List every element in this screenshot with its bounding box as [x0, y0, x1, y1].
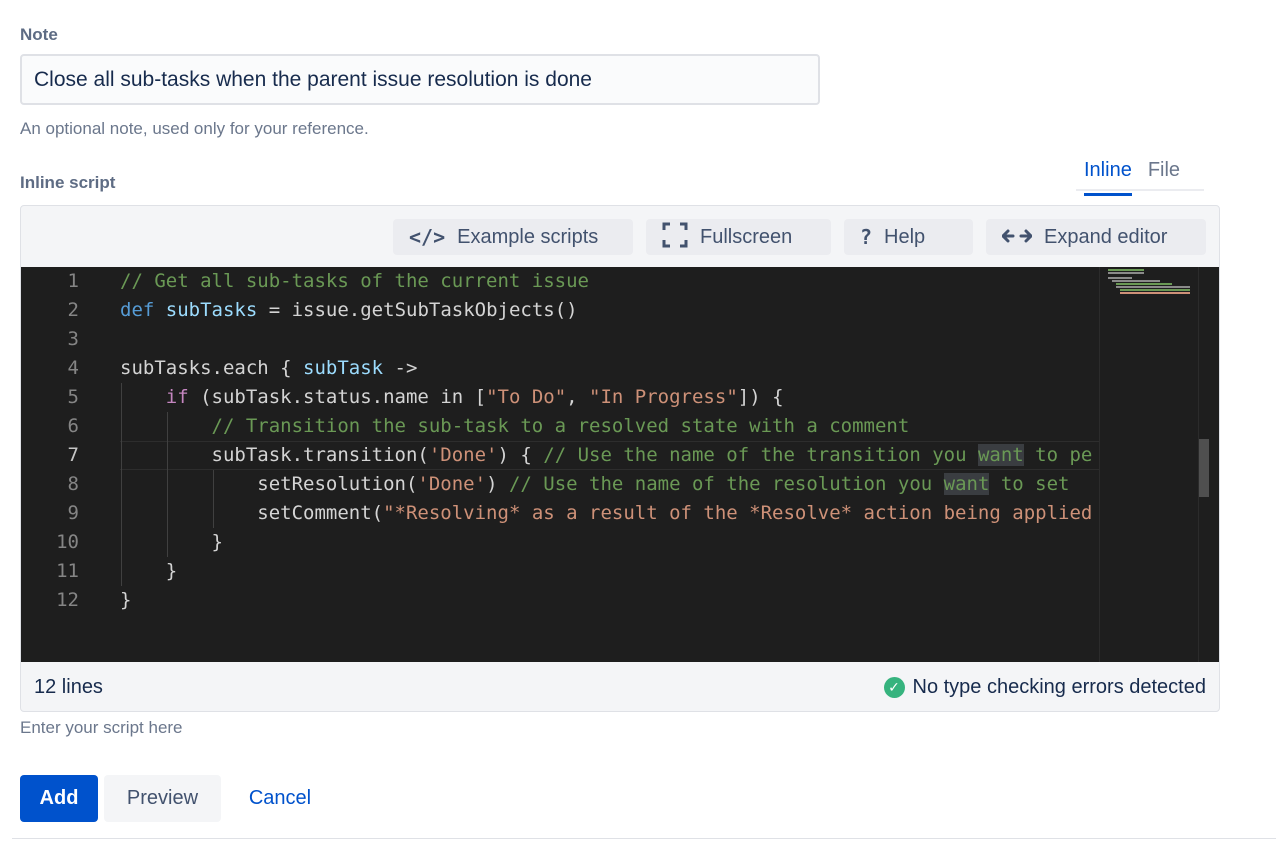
fullscreen-icon [662, 222, 688, 253]
code-line: def subTasks = issue.getSubTaskObjects() [120, 299, 578, 321]
code-area[interactable]: 1 2 3 4 5 6 7 8 9 10 11 12 // Get all su… [21, 267, 1219, 662]
code-line: // Get all sub-tasks of the current issu… [120, 270, 589, 292]
editor-toolbar: </> Example scripts Fullscreen ? Help Ex… [21, 206, 1219, 268]
minimap-line [1108, 272, 1144, 274]
code-icon: </> [409, 225, 446, 249]
line-number: 10 [56, 531, 79, 553]
line-number: 12 [56, 589, 79, 611]
script-label: Inline script [20, 173, 116, 192]
expand-editor-label: Expand editor [1044, 225, 1168, 248]
code-line: } [120, 531, 223, 553]
line-number-gutter: 1 2 3 4 5 6 7 8 9 10 11 12 [21, 267, 99, 662]
minimap-line [1112, 280, 1160, 282]
line-number: 4 [67, 357, 79, 379]
divider [12, 838, 1276, 839]
line-number: 1 [67, 270, 79, 292]
minimap-line [1116, 283, 1172, 285]
line-number: 6 [67, 415, 79, 437]
help-button[interactable]: ? Help [844, 219, 973, 255]
tab-file[interactable]: File [1140, 155, 1188, 191]
help-label: Help [884, 225, 926, 248]
expand-editor-button[interactable]: Expand editor [986, 219, 1206, 255]
line-number: 7 [67, 444, 79, 466]
scrollbar-thumb[interactable] [1199, 439, 1209, 497]
note-help-text: An optional note, used only for your ref… [20, 119, 369, 138]
preview-button[interactable]: Preview [104, 775, 221, 822]
code-lines: // Get all sub-tasks of the current issu… [120, 267, 1100, 662]
example-scripts-button[interactable]: </> Example scripts [393, 219, 633, 255]
line-number: 9 [67, 502, 79, 524]
code-line: // Transition the sub-task to a resolved… [211, 415, 910, 437]
minimap-line [1116, 286, 1190, 288]
fullscreen-button[interactable]: Fullscreen [646, 219, 831, 255]
code-line: } [120, 589, 132, 611]
code-line: } [120, 560, 178, 582]
minimap-line [1108, 277, 1132, 279]
line-number: 11 [56, 560, 79, 582]
cancel-button[interactable]: Cancel [233, 775, 327, 822]
fullscreen-label: Fullscreen [700, 225, 793, 248]
code-line: subTask.transition('Done') { // Use the … [120, 444, 1093, 466]
code-line: setResolution('Done') // Use the name of… [120, 473, 1070, 495]
code-line: setComment("*Resolving* as a result of t… [120, 502, 1093, 524]
line-count: 12 lines [34, 675, 103, 698]
line-number: 5 [67, 386, 79, 408]
line-number: 8 [67, 473, 79, 495]
code-line: subTasks.each { subTask -> [120, 357, 418, 379]
type-check-text: No type checking errors detected [912, 675, 1207, 698]
note-input[interactable] [20, 54, 820, 105]
expand-arrows-icon [1001, 225, 1033, 249]
add-button[interactable]: Add [20, 775, 98, 822]
editor-status-bar: 12 lines ✓ No type checking errors detec… [21, 662, 1219, 711]
code-line: if (subTask.status.name in ["To Do", "In… [165, 386, 784, 408]
line-number: 2 [67, 299, 79, 321]
code-minimap[interactable] [1099, 267, 1200, 662]
script-help-text: Enter your script here [20, 718, 183, 737]
minimap-line [1120, 292, 1190, 294]
type-check-status: ✓ No type checking errors detected [883, 675, 1207, 699]
minimap-line [1108, 269, 1144, 271]
line-number: 3 [67, 328, 79, 350]
note-label: Note [20, 25, 58, 44]
example-scripts-label: Example scripts [457, 225, 599, 248]
script-source-tabs: Inline File [1076, 155, 1188, 196]
minimap-line [1120, 289, 1190, 291]
tab-inline[interactable]: Inline [1076, 155, 1140, 196]
check-circle-icon: ✓ [883, 676, 905, 698]
code-editor: </> Example scripts Fullscreen ? Help Ex… [20, 205, 1220, 712]
question-icon: ? [860, 225, 873, 249]
